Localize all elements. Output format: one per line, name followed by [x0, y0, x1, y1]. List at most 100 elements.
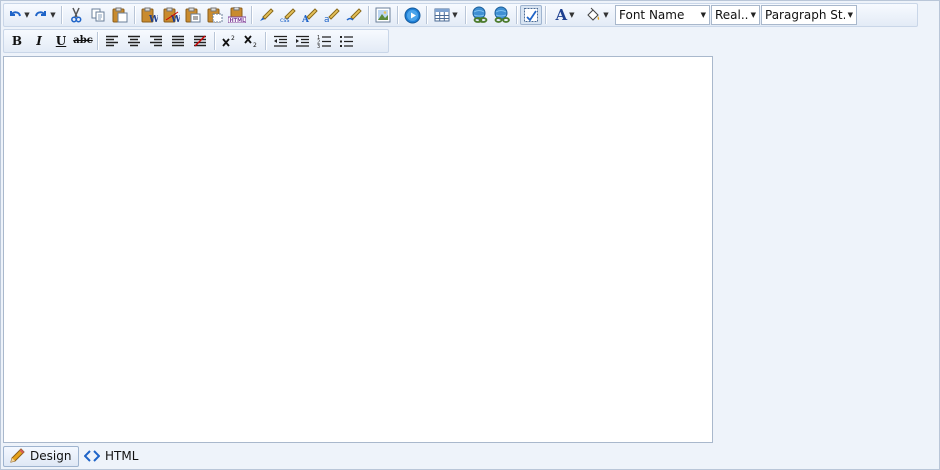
chevron-down-icon: ▼ — [847, 11, 853, 19]
subscript-button[interactable]: 2 — [240, 31, 262, 51]
brush-font-icon: A — [302, 7, 318, 23]
italic-button[interactable]: I — [28, 31, 50, 51]
paste-plain-text-button[interactable] — [182, 5, 204, 25]
align-center-button[interactable] — [123, 31, 145, 51]
insert-table-button[interactable]: ▼ — [430, 5, 462, 25]
svg-text:A: A — [302, 15, 310, 23]
align-right-button[interactable] — [145, 31, 167, 51]
chevron-down-icon[interactable]: ▼ — [50, 11, 55, 19]
chevron-down-icon: ▼ — [750, 11, 756, 19]
pencil-icon — [9, 448, 25, 464]
bulleted-list-icon — [339, 34, 354, 48]
font-size-dropdown[interactable]: Real... ▼ — [711, 5, 760, 25]
editor-content-area[interactable] — [3, 56, 713, 443]
paste-word-icon: W — [141, 7, 158, 23]
strikethrough-icon: abc — [73, 35, 93, 46]
foreground-color-button[interactable]: A ▼ — [549, 5, 581, 25]
strip-span-button[interactable]: a — [321, 5, 343, 25]
tab-html[interactable]: HTML — [79, 446, 146, 467]
paste-html-button[interactable]: HTML — [226, 5, 248, 25]
undo-button[interactable]: ▼ — [6, 5, 32, 25]
superscript-icon: 2 — [221, 34, 237, 48]
main-toolbar: ▼ ▼ W W HTML css A a ▼ A ▼ ▼ Font Name ▼… — [3, 3, 918, 27]
chevron-down-icon[interactable]: ▼ — [569, 11, 574, 19]
tab-design[interactable]: Design — [3, 445, 79, 467]
separator — [97, 32, 98, 50]
background-color-button[interactable]: ▼ — [581, 5, 613, 25]
align-justify-icon — [171, 35, 185, 47]
brush-css-icon: css — [280, 7, 296, 23]
separator — [368, 6, 369, 24]
scissors-icon — [69, 7, 83, 23]
paste-html-icon: HTML — [228, 7, 246, 23]
font-color-icon: A — [555, 5, 568, 24]
bold-button[interactable]: B — [6, 31, 28, 51]
strip-all-button[interactable] — [343, 5, 365, 25]
hyperlink-manager-button[interactable] — [469, 5, 491, 25]
strip-css-button[interactable]: css — [277, 5, 299, 25]
outdent-button[interactable] — [269, 31, 291, 51]
subscript-icon: 2 — [243, 34, 259, 48]
indent-button[interactable] — [291, 31, 313, 51]
toggle-table-borders-button[interactable] — [520, 5, 542, 25]
separator — [516, 6, 517, 24]
paragraph-style-dropdown[interactable]: Paragraph St... ▼ — [761, 5, 857, 25]
cut-button[interactable] — [65, 5, 87, 25]
svg-text:2: 2 — [231, 35, 235, 42]
font-name-dropdown[interactable]: Font Name ▼ — [615, 5, 710, 25]
chevron-down-icon[interactable]: ▼ — [452, 11, 457, 19]
chevron-down-icon[interactable]: ▼ — [24, 11, 29, 19]
remove-link-button[interactable] — [491, 5, 513, 25]
chevron-down-icon: ▼ — [700, 11, 706, 19]
tab-html-label: HTML — [105, 449, 139, 463]
numbered-list-icon: 123 — [317, 34, 332, 48]
table-borders-icon — [523, 7, 539, 23]
paint-bucket-icon — [585, 7, 601, 23]
unlink-icon — [493, 6, 511, 24]
svg-text:a: a — [324, 15, 330, 23]
redo-button[interactable]: ▼ — [32, 5, 58, 25]
paste-as-html-button[interactable] — [204, 5, 226, 25]
tab-design-label: Design — [30, 449, 72, 463]
strip-font-button[interactable]: A — [299, 5, 321, 25]
separator — [426, 6, 427, 24]
paste-from-word-strip-font-button[interactable]: W — [160, 5, 182, 25]
indent-icon — [295, 35, 310, 48]
copy-icon — [91, 8, 106, 22]
justify-button[interactable] — [167, 31, 189, 51]
align-right-icon — [149, 35, 163, 47]
paste-from-word-button[interactable]: W — [138, 5, 160, 25]
outdent-icon — [273, 35, 288, 48]
format-stripper-button[interactable] — [255, 5, 277, 25]
undo-icon — [8, 9, 22, 21]
separator — [265, 32, 266, 50]
align-left-icon — [105, 35, 119, 47]
chevron-down-icon[interactable]: ▼ — [603, 11, 608, 19]
superscript-button[interactable]: 2 — [218, 31, 240, 51]
remove-alignment-button[interactable] — [189, 31, 211, 51]
paste-button[interactable] — [109, 5, 131, 25]
underline-button[interactable]: U — [50, 31, 72, 51]
strikethrough-button[interactable]: abc — [72, 31, 94, 51]
svg-text:HTML: HTML — [230, 18, 247, 23]
media-manager-button[interactable] — [401, 5, 423, 25]
code-icon — [84, 450, 100, 462]
align-left-button[interactable] — [101, 31, 123, 51]
underline-icon: U — [55, 34, 67, 48]
separator — [61, 6, 62, 24]
image-manager-button[interactable] — [372, 5, 394, 25]
redo-icon — [34, 9, 48, 21]
link-icon — [471, 6, 489, 24]
separator — [465, 6, 466, 24]
separator — [545, 6, 546, 24]
paste-text-icon — [185, 7, 201, 23]
copy-button[interactable] — [87, 5, 109, 25]
brush-all-icon — [346, 7, 362, 23]
svg-text:W: W — [148, 15, 158, 23]
numbered-list-button[interactable]: 123 — [313, 31, 335, 51]
clipboard-icon — [112, 7, 128, 23]
bold-icon: B — [11, 34, 23, 48]
brush-span-icon: a — [324, 7, 340, 23]
bulleted-list-button[interactable] — [335, 31, 357, 51]
svg-text:css: css — [280, 17, 290, 23]
